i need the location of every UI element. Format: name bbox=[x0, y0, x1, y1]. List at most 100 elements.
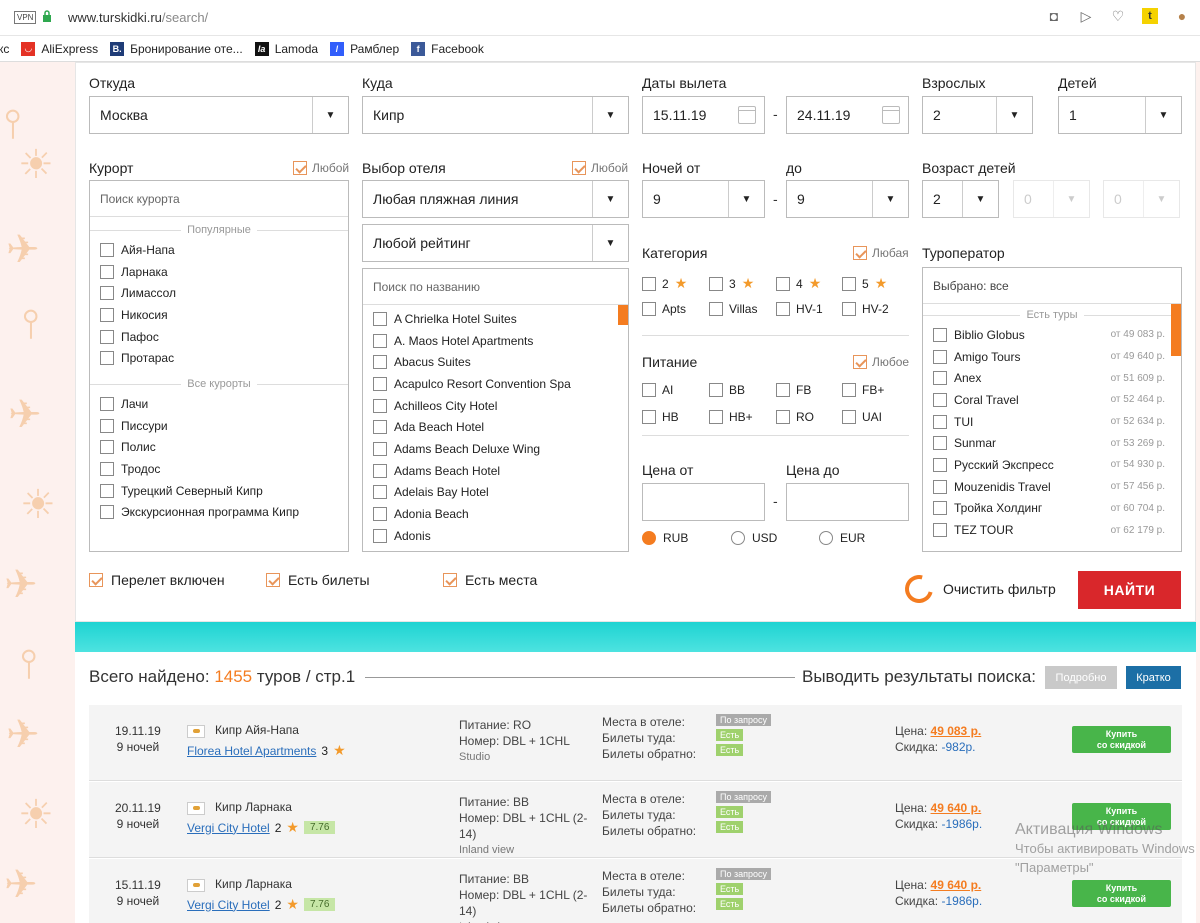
seats-available-checkbox[interactable]: Есть места bbox=[443, 572, 537, 588]
operator-item[interactable]: Anex от 51 609 р. bbox=[923, 367, 1181, 389]
resort-item[interactable]: Пафос bbox=[90, 326, 348, 348]
date-from-field[interactable]: 15.11.19 bbox=[642, 96, 765, 134]
hotel-item[interactable]: Adonis bbox=[363, 525, 628, 547]
category-option[interactable]: Villas bbox=[709, 302, 757, 316]
operator-item[interactable]: Mouzenidis Travel от 57 456 р. bbox=[923, 476, 1181, 498]
category-option[interactable]: HV-2 bbox=[842, 302, 889, 316]
resort-item[interactable]: Турецкий Северный Кипр bbox=[90, 480, 348, 502]
meal-option[interactable]: FB bbox=[776, 383, 811, 397]
children-select[interactable]: 1 ▼ bbox=[1058, 96, 1182, 134]
resort-item[interactable]: Полис bbox=[90, 437, 348, 459]
resort-item[interactable]: Никосия bbox=[90, 304, 348, 326]
buy-with-discount-button[interactable]: Купить со скидкой bbox=[1072, 803, 1171, 830]
tickets-available-checkbox[interactable]: Есть билеты bbox=[266, 572, 370, 588]
currency-rub-radio[interactable]: RUB bbox=[642, 531, 688, 545]
hotel-any-checkbox[interactable]: Любой bbox=[572, 161, 628, 175]
bookmark-lamoda[interactable]: la Lamoda bbox=[254, 41, 318, 56]
category-any-checkbox[interactable]: Любая bbox=[853, 246, 909, 260]
cookie-icon[interactable]: ● bbox=[1174, 8, 1190, 24]
hotel-item[interactable]: Ada Beach Hotel bbox=[363, 416, 628, 438]
flight-included-checkbox[interactable]: Перелет включен bbox=[89, 572, 225, 588]
hotel-item[interactable]: Adams Beach Hotel bbox=[363, 460, 628, 482]
meal-option[interactable]: FB+ bbox=[842, 383, 884, 397]
scrollbar-thumb[interactable] bbox=[1171, 304, 1181, 356]
resort-item[interactable]: Ларнака bbox=[90, 261, 348, 283]
bookmark-rambler[interactable]: / Рамблер bbox=[330, 41, 399, 56]
calendar-icon[interactable] bbox=[882, 106, 900, 124]
price-to-input[interactable] bbox=[786, 483, 909, 521]
meal-option[interactable]: AI bbox=[642, 383, 673, 397]
hotel-item[interactable]: Adams Beach Deluxe Wing bbox=[363, 438, 628, 460]
operator-item[interactable]: Biblio Globus от 49 083 р. bbox=[923, 324, 1181, 346]
child-age-1-select[interactable]: 2 ▼ bbox=[922, 180, 999, 218]
price-value[interactable]: 49 640 р. bbox=[931, 801, 982, 815]
bookmark-booking[interactable]: B. Бронирование оте... bbox=[110, 41, 243, 56]
hotel-item[interactable]: Abacus Suites bbox=[363, 351, 628, 373]
hotel-item[interactable]: Acapulco Resort Convention Spa bbox=[363, 373, 628, 395]
hotel-search-input[interactable]: Поиск по названию bbox=[363, 269, 628, 305]
hotel-item[interactable]: Achilleos City Hotel bbox=[363, 395, 628, 417]
camera-icon[interactable]: ◘ bbox=[1046, 8, 1062, 24]
resort-item[interactable]: Лимассол bbox=[90, 282, 348, 304]
resort-item[interactable]: Протарас bbox=[90, 347, 348, 369]
buy-with-discount-button[interactable]: Купить со скидкой bbox=[1072, 726, 1171, 753]
operator-item[interactable]: Coral Travel от 52 464 р. bbox=[923, 389, 1181, 411]
category-option[interactable]: 5 ★ bbox=[842, 275, 887, 292]
resort-item[interactable]: Тродос bbox=[90, 458, 348, 480]
hotel-link[interactable]: Vergi City Hotel bbox=[187, 898, 270, 912]
calendar-icon[interactable] bbox=[738, 106, 756, 124]
buy-with-discount-button[interactable]: Купить со скидкой bbox=[1072, 880, 1171, 907]
category-option[interactable]: 4 ★ bbox=[776, 275, 821, 292]
meal-option[interactable]: BB bbox=[709, 383, 745, 397]
meal-option[interactable]: HB+ bbox=[709, 410, 753, 424]
operator-selected-field[interactable]: Выбрано: все bbox=[923, 268, 1181, 304]
price-value[interactable]: 49 083 р. bbox=[931, 724, 982, 738]
operator-item[interactable]: TEZ TOUR от 62 179 р. bbox=[923, 519, 1181, 541]
hotel-item[interactable]: Adonia Beach bbox=[363, 503, 628, 525]
operator-item[interactable]: Тройка Холдинг от 60 704 р. bbox=[923, 498, 1181, 520]
resort-item[interactable]: Писсури bbox=[90, 415, 348, 437]
resort-search-input[interactable]: Поиск курорта bbox=[90, 181, 348, 217]
detailed-view-button[interactable]: Подробно bbox=[1045, 666, 1117, 689]
clear-filter-button[interactable]: Очистить фильтр bbox=[899, 569, 1056, 609]
extension-icon[interactable]: t bbox=[1142, 8, 1158, 24]
hotel-link[interactable]: Florea Hotel Apartments bbox=[187, 744, 316, 758]
meal-option[interactable]: UAI bbox=[842, 410, 882, 424]
date-to-field[interactable]: 24.11.19 bbox=[786, 96, 909, 134]
resort-item[interactable]: Экскурсионная программа Кипр bbox=[90, 502, 348, 524]
category-option[interactable]: HV-1 bbox=[776, 302, 823, 316]
resort-any-checkbox[interactable]: Любой bbox=[293, 161, 349, 175]
hotel-item[interactable]: A. Maos Hotel Apartments bbox=[363, 330, 628, 352]
brief-view-button[interactable]: Кратко bbox=[1126, 666, 1181, 689]
category-option[interactable]: 3 ★ bbox=[709, 275, 754, 292]
nights-to-select[interactable]: 9 ▼ bbox=[786, 180, 909, 218]
vpn-badge[interactable]: VPN bbox=[14, 11, 37, 24]
url-field[interactable]: www.turskidki.ru/search/ bbox=[68, 10, 208, 25]
rating-select[interactable]: Любой рейтинг ▼ bbox=[362, 224, 629, 262]
currency-eur-radio[interactable]: EUR bbox=[819, 531, 865, 545]
resort-item[interactable]: Лачи bbox=[90, 393, 348, 415]
send-icon[interactable]: ▷ bbox=[1078, 8, 1094, 24]
operator-item[interactable]: Amigo Tours от 49 640 р. bbox=[923, 346, 1181, 368]
bookmark-facebook[interactable]: f Facebook bbox=[411, 41, 484, 56]
find-button[interactable]: НАЙТИ bbox=[1078, 571, 1181, 609]
meal-option[interactable]: HB bbox=[642, 410, 679, 424]
currency-usd-radio[interactable]: USD bbox=[731, 531, 777, 545]
operator-item[interactable]: Sunmar от 53 269 р. bbox=[923, 432, 1181, 454]
bookmark-ks[interactable]: кс bbox=[0, 42, 9, 56]
meal-any-checkbox[interactable]: Любое bbox=[853, 355, 909, 369]
resort-item[interactable]: Айя-Напа bbox=[90, 239, 348, 261]
nights-from-select[interactable]: 9 ▼ bbox=[642, 180, 765, 218]
operator-item[interactable]: Русский Экспресс от 54 930 р. bbox=[923, 454, 1181, 476]
hotel-link[interactable]: Vergi City Hotel bbox=[187, 821, 270, 835]
operator-item[interactable]: TUI от 52 634 р. bbox=[923, 411, 1181, 433]
scrollbar-thumb[interactable] bbox=[618, 305, 628, 325]
price-value[interactable]: 49 640 р. bbox=[931, 878, 982, 892]
hotel-item[interactable]: Adelais Bay Hotel bbox=[363, 482, 628, 504]
meal-option[interactable]: RO bbox=[776, 410, 814, 424]
category-option[interactable]: 2 ★ bbox=[642, 275, 687, 292]
to-select[interactable]: Кипр ▼ bbox=[362, 96, 629, 134]
beach-line-select[interactable]: Любая пляжная линия ▼ bbox=[362, 180, 629, 218]
from-select[interactable]: Москва ▼ bbox=[89, 96, 349, 134]
category-option[interactable]: Apts bbox=[642, 302, 686, 316]
